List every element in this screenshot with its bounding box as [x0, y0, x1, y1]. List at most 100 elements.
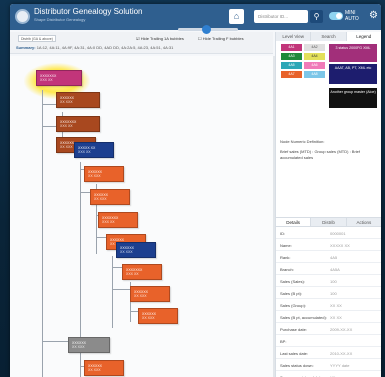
tree-connector	[112, 289, 130, 290]
app-window: Distributor Genealogy Solution Shape Dis…	[10, 4, 381, 377]
tree-node[interactable]: XXXXXXXX XXX	[56, 92, 100, 108]
node-values: XX XXX	[72, 345, 85, 349]
summary-label: Summary:	[16, 45, 36, 50]
legend-item: 4A5	[281, 62, 302, 69]
detail-key: Name:	[280, 243, 292, 248]
tree-node[interactable]: XXXXXXXX XXX	[130, 286, 170, 302]
background: Distributor Genealogy Solution Shape Dis…	[0, 0, 385, 377]
distrib-filter-select[interactable]: Distrib (GA & above)	[18, 35, 56, 42]
legend-item: 4A3	[281, 53, 302, 60]
app-subtitle: Shape Distributor Genealogy	[34, 17, 86, 22]
detail-row: Sales (Sales): 100	[276, 276, 381, 287]
right-panel: Level View Search Legend 4A1 4A2 4A3 4A4…	[275, 32, 381, 377]
tree-connector	[80, 192, 90, 193]
node-values: XX XXX	[94, 197, 107, 201]
tab-actions[interactable]: Actions	[347, 218, 381, 226]
gear-icon[interactable]: ⚙	[369, 10, 378, 22]
detail-row: BP:	[276, 336, 381, 347]
hide-trailing-f-checkbox[interactable]: ☐ Hide Trailing F bubbles	[198, 35, 244, 42]
app-title: Distributor Genealogy Solution	[34, 7, 143, 16]
detail-key: ID:	[280, 231, 286, 236]
detail-value: XXXXX XX	[330, 243, 350, 248]
tree-node[interactable]: XXXXXXX XXX XX	[98, 212, 138, 228]
detail-row: Sponsor registered date: XX	[276, 372, 381, 377]
mini-auto-label: MINI AUTO	[345, 10, 359, 22]
tree-toolbar: Distrib (GA & above) ☑ Hide Trailing 1A …	[10, 32, 273, 54]
detail-row: Last sales date: 2010-XX-XX	[276, 348, 381, 359]
detail-key: Sales (B pt, accumulated):	[280, 315, 327, 320]
detail-key: Last sales date:	[280, 351, 309, 356]
node-values: XX XXX	[142, 316, 155, 320]
tab-legend[interactable]: Legend	[346, 32, 381, 41]
tree-node[interactable]: XXXXXXX XXX XX	[122, 264, 162, 280]
tree-node[interactable]: XXXXXXXX XXX	[68, 337, 110, 353]
detail-value: 2009-XX-XX	[330, 327, 353, 332]
tree-node[interactable]: XXXXXXXX XXX	[84, 360, 124, 376]
tab-level-view[interactable]: Level View	[276, 32, 312, 41]
tree-connector	[42, 104, 56, 105]
node-values: XXX XX	[40, 78, 53, 82]
tree-node[interactable]: XXXXX XX XXX XX	[74, 142, 114, 158]
detail-tabs: Details Distrib Actions	[276, 217, 381, 227]
tab-search[interactable]: Search	[311, 32, 347, 41]
legend-box: 3 status 2000FG XML	[329, 44, 377, 62]
detail-key: Sales status down:	[280, 363, 314, 368]
node-values: XX XXX	[88, 368, 101, 372]
detail-row: Sales (Group): XX XX	[276, 300, 381, 311]
tree-connector	[42, 126, 56, 127]
node-values: XX XXX	[120, 250, 133, 254]
detail-key: Branch:	[280, 267, 294, 272]
tree-node[interactable]: XXXXXXXX XXX	[116, 242, 156, 258]
home-button[interactable]: ⌂	[229, 9, 244, 24]
node-values: XXX XX	[78, 150, 91, 154]
legend-item: 4A6	[304, 62, 325, 69]
node-definition-text: Brief sales (MTD) : Group sales (MTD) : …	[280, 149, 361, 160]
zoom-slider-handle[interactable]	[202, 25, 211, 34]
detail-key: Sales (Sales):	[280, 279, 305, 284]
detail-value: XX	[330, 372, 335, 377]
node-values: XX XXX	[60, 100, 73, 104]
hide-trailing-1a-checkbox[interactable]: ☑ Hide Trailing 1A bubbles	[136, 35, 184, 42]
tree-node[interactable]: XXXXXXX XXX XX	[36, 70, 82, 86]
node-definition: Node Numeric Definition: Brief sales (MT…	[280, 139, 378, 161]
detail-row: Sales (B pt): 100	[276, 288, 381, 299]
detail-row: Branch: 4A5A	[276, 264, 381, 275]
detail-value: 4A5A	[330, 267, 340, 272]
tab-distrib[interactable]: Distrib	[311, 218, 347, 226]
tree-connector	[112, 267, 122, 268]
tree-node[interactable]: XXXXXXXX XXX	[90, 189, 130, 205]
detail-key: Sales (Group):	[280, 303, 307, 308]
legend-box: Another group master (Aloe)	[329, 88, 377, 108]
app-logo-icon	[15, 9, 30, 24]
tree-node[interactable]: XXXXXXXX XXX	[84, 166, 124, 182]
detail-row: Sales status down: YYYY date	[276, 360, 381, 371]
detail-value: 4A5	[330, 255, 338, 260]
search-input[interactable]: Distributor ID...	[254, 10, 308, 23]
tab-details[interactable]: Details	[276, 218, 312, 226]
legend-item: 4A1	[281, 44, 302, 51]
search-button[interactable]: ⚲	[310, 10, 323, 23]
legend-box: AAAT, AB, PT, XML etc	[329, 64, 377, 84]
app-header: Distributor Genealogy Solution Shape Dis…	[10, 4, 381, 30]
genealogy-tree[interactable]: XXXXXXX XXX XX XXXXXX XX XXX XXXXXXX XXX XX XX…	[10, 56, 273, 377]
detail-value: XX XX	[330, 303, 342, 308]
node-values: XXX XX	[60, 124, 73, 128]
node-values: XXX XX	[126, 272, 139, 276]
detail-row: Purchase date: 2009-XX-XX	[276, 324, 381, 335]
tree-connector	[42, 341, 68, 342]
tree-connector	[96, 237, 106, 238]
tree-node[interactable]: XXXXXXXX XXX	[138, 308, 178, 324]
tree-node[interactable]: XXXXXXX XXX XX	[56, 116, 100, 132]
tree-connector	[130, 311, 138, 312]
summary-text: 1A:12, 4A:11, 4A:9F, 4A:31, 4A:0 DD, 4AD…	[36, 45, 174, 50]
node-values: XXX XX	[102, 220, 115, 224]
search-icon: ⚲	[313, 12, 320, 21]
detail-value: 2010-XX-XX	[330, 351, 353, 356]
mini-auto-toggle[interactable]	[329, 12, 343, 20]
right-tabs: Level View Search Legend	[276, 32, 381, 41]
zoom-slider[interactable]	[178, 25, 238, 34]
detail-row: Name: XXXXX XX	[276, 240, 381, 251]
check2-label: Hide Trailing F bubbles	[202, 36, 244, 41]
legend-item: 4A7	[281, 71, 302, 78]
detail-row: Sales (B pt, accumulated): XX XX	[276, 312, 381, 323]
